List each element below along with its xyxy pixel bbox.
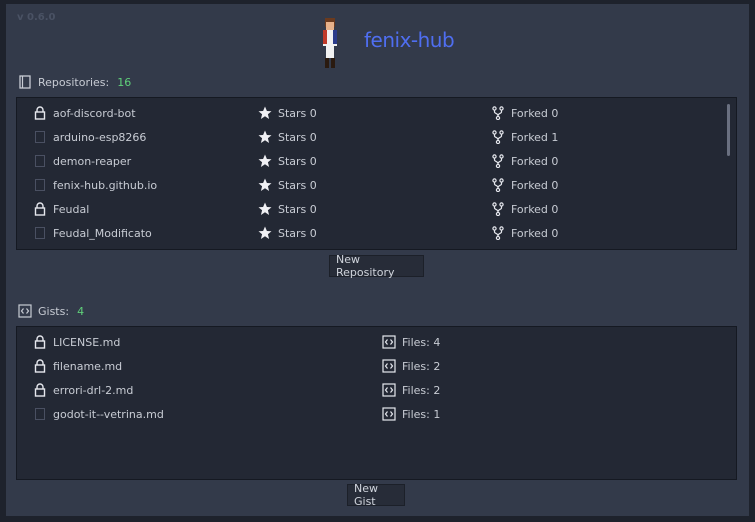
lock-icon	[34, 383, 46, 397]
lock-icon	[34, 359, 46, 373]
repo-icon	[35, 131, 45, 143]
repository-name: Feudal	[53, 202, 90, 216]
repository-row[interactable]: Feudal_Modificato Stars 0 Forked 0	[17, 221, 736, 245]
gist-row[interactable]: godot-it--vetrina.md Files: 1	[17, 402, 736, 426]
gist-name: filename.md	[53, 359, 123, 373]
star-icon	[258, 130, 272, 143]
code-icon	[382, 407, 396, 421]
repository-forks: Forked 0	[511, 154, 559, 168]
new-gist-button[interactable]: New Gist	[347, 482, 405, 508]
gists-header: Gists: 4	[18, 303, 84, 319]
repository-stars: Stars 0	[278, 106, 317, 120]
gist-row[interactable]: filename.md Files: 2	[17, 354, 736, 378]
code-icon	[382, 359, 396, 373]
repository-name: demon-reaper	[53, 154, 132, 168]
code-icon	[382, 335, 396, 349]
repositories-label: Repositories:	[38, 75, 110, 89]
fork-icon	[492, 178, 504, 192]
repo-icon	[35, 179, 45, 191]
user-avatar	[323, 18, 337, 68]
repository-forks: Forked 0	[511, 106, 559, 120]
star-icon	[258, 226, 272, 239]
repository-forks: Forked 0	[511, 226, 559, 240]
repositories-list[interactable]: aof-discord-bot Stars 0 Forked 0 arduino…	[16, 97, 737, 250]
repositories-header: Repositories: 16	[18, 74, 131, 90]
repository-forks: Forked 0	[511, 178, 559, 192]
repo-icon	[35, 155, 45, 167]
fork-icon	[492, 226, 504, 240]
gist-files: Files: 2	[402, 383, 441, 397]
repository-row[interactable]: fenix-hub.github.io Stars 0 Forked 0	[17, 173, 736, 197]
repository-stars: Stars 0	[278, 178, 317, 192]
star-icon	[258, 202, 272, 215]
repository-name: arduino-esp8266	[53, 130, 147, 144]
fork-icon	[492, 154, 504, 168]
repositories-count: 16	[117, 75, 132, 89]
header: fenix-hub	[6, 16, 749, 74]
code-icon	[382, 383, 396, 397]
repo-icon	[35, 408, 45, 420]
repository-row[interactable]: demon-reaper Stars 0 Forked 0	[17, 149, 736, 173]
gist-name: errori-drl-2.md	[53, 383, 134, 397]
gist-row[interactable]: errori-drl-2.md Files: 2	[17, 378, 736, 402]
lock-icon	[34, 106, 46, 120]
lock-icon	[34, 335, 46, 349]
fork-icon	[492, 130, 504, 144]
repository-stars: Stars 0	[278, 226, 317, 240]
repository-stars: Stars 0	[278, 154, 317, 168]
repository-row[interactable]: aof-discord-bot Stars 0 Forked 0	[17, 101, 736, 125]
app-title: fenix-hub	[364, 28, 455, 52]
code-icon	[18, 304, 32, 318]
fork-icon	[492, 202, 504, 216]
fork-icon	[492, 106, 504, 120]
gist-files: Files: 4	[402, 335, 441, 349]
repository-forks: Forked 0	[511, 202, 559, 216]
gists-label: Gists:	[38, 304, 70, 318]
repository-stars: Stars 0	[278, 202, 317, 216]
gist-name: LICENSE.md	[53, 335, 121, 349]
repositories-scrollbar[interactable]	[727, 104, 730, 156]
main-window: v 0.6.0 fenix-hub Repositories: 16 aof-d…	[6, 4, 749, 516]
star-icon	[258, 106, 272, 119]
star-icon	[258, 178, 272, 191]
new-repository-button[interactable]: New Repository	[329, 253, 424, 279]
repository-forks: Forked 1	[511, 130, 559, 144]
repository-name: fenix-hub.github.io	[53, 178, 158, 192]
gists-list[interactable]: LICENSE.md Files: 4 filename.md Files: 2…	[16, 326, 737, 480]
repository-name: aof-discord-bot	[53, 106, 136, 120]
gist-row[interactable]: LICENSE.md Files: 4	[17, 330, 736, 354]
repository-name: Feudal_Modificato	[53, 226, 152, 240]
repository-row[interactable]: Feudal Stars 0 Forked 0	[17, 197, 736, 221]
star-icon	[258, 154, 272, 167]
gist-files: Files: 1	[402, 407, 441, 421]
gists-count: 4	[77, 304, 85, 318]
repository-row[interactable]: arduino-esp8266 Stars 0 Forked 1	[17, 125, 736, 149]
repo-icon	[35, 227, 45, 239]
lock-icon	[34, 202, 46, 216]
gist-files: Files: 2	[402, 359, 441, 373]
repository-stars: Stars 0	[278, 130, 317, 144]
book-icon	[19, 75, 31, 89]
gist-name: godot-it--vetrina.md	[53, 407, 164, 421]
